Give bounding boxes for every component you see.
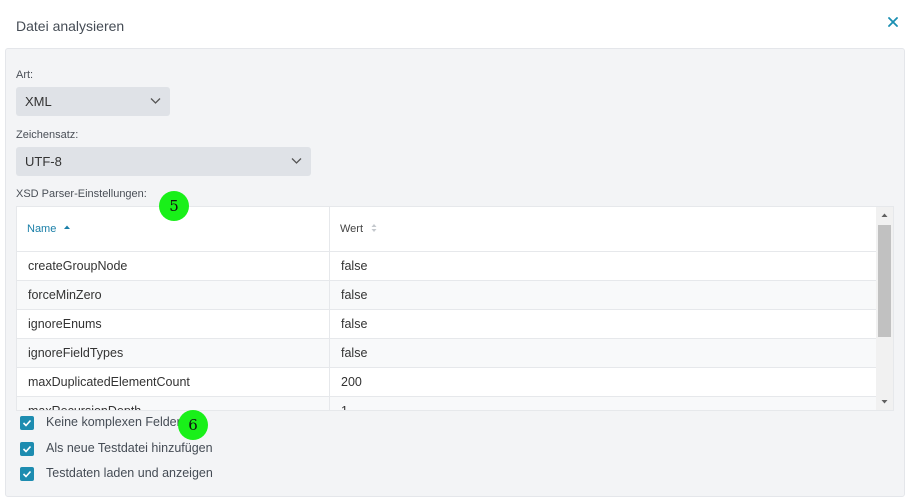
column-header-name-label: Name [27, 223, 57, 235]
cell-name: maxDuplicatedElementCount [17, 368, 330, 396]
checkbox-checked-icon[interactable] [20, 467, 34, 481]
table-row[interactable]: maxDuplicatedElementCount 200 [17, 368, 877, 397]
sort-icon [371, 224, 377, 233]
option-label: Keine komplexen Felder [46, 415, 181, 429]
zeichensatz-select[interactable]: UTF-8 [16, 147, 311, 176]
cell-name: createGroupNode [17, 252, 330, 280]
column-header-value-label: Wert [340, 223, 364, 235]
art-select[interactable]: XML [16, 87, 170, 116]
scroll-up-icon[interactable] [876, 207, 893, 224]
option-label: Testdaten laden und anzeigen [46, 466, 213, 480]
dialog-body: Art: XML Zeichensatz: UTF-8 XSD Parser-E… [5, 48, 905, 497]
cell-name: forceMinZero [17, 281, 330, 309]
cell-value: false [341, 259, 368, 273]
art-select-value: XML [25, 94, 52, 109]
cell-value: false [341, 346, 368, 360]
zeichensatz-select-value: UTF-8 [25, 154, 62, 169]
scroll-thumb[interactable] [878, 225, 891, 337]
chevron-down-icon [150, 98, 161, 104]
cell-name: maxRecursionDepth [17, 397, 330, 410]
cell-name: ignoreFieldTypes [17, 339, 330, 367]
cell-value: 200 [341, 375, 362, 389]
dialog-header: Datei analysieren [0, 0, 911, 48]
table-row[interactable]: ignoreEnums false [17, 310, 877, 339]
xsd-label: XSD Parser-Einstellungen: [16, 188, 147, 200]
cell-value: false [341, 288, 368, 302]
zeichensatz-label: Zeichensatz: [16, 129, 79, 141]
close-icon[interactable] [887, 16, 903, 32]
annotation-marker-6: 6 [178, 410, 208, 440]
scroll-down-icon[interactable] [876, 393, 893, 410]
cell-value: false [341, 317, 368, 331]
dialog-title: Datei analysieren [16, 18, 125, 34]
table-row[interactable]: maxRecursionDepth 1 [17, 397, 877, 411]
cell-value: 1 [341, 404, 348, 411]
art-label: Art: [16, 69, 34, 81]
option-label: Als neue Testdatei hinzufügen [46, 441, 213, 455]
annotation-marker-5: 5 [159, 191, 189, 221]
table-row[interactable]: forceMinZero false [17, 281, 877, 310]
checkbox-checked-icon[interactable] [20, 442, 34, 456]
sort-ascending-icon [64, 225, 71, 230]
table-row[interactable]: ignoreFieldTypes false [17, 339, 877, 368]
table-header: Name Wert [17, 207, 877, 252]
column-header-value[interactable]: Wert [330, 207, 877, 251]
table-scrollbar[interactable] [876, 207, 893, 410]
checkbox-checked-icon[interactable] [20, 416, 34, 430]
chevron-down-icon [291, 158, 302, 164]
cell-name: ignoreEnums [17, 310, 330, 338]
xsd-settings-table: Name Wert createGroupNode false forceMin… [16, 206, 894, 411]
table-row[interactable]: createGroupNode false [17, 252, 877, 281]
